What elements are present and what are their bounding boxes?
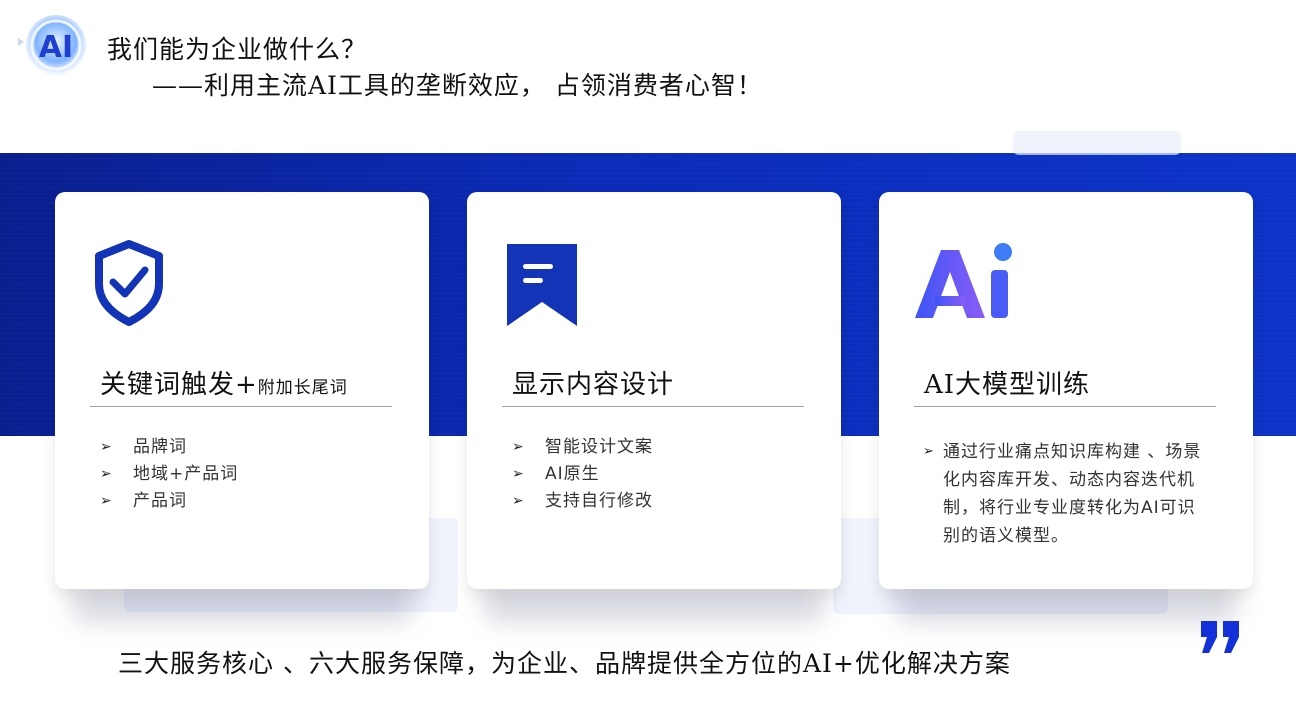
list-item: 智能设计文案 [512,434,653,461]
list-item: 产品词 [100,488,238,515]
shield-check-icon [95,240,163,330]
divider [90,406,392,407]
service-card-content-design: 显示内容设计 智能设计文案 AI原生 支持自行修改 [467,192,841,589]
divider [914,406,1216,407]
decorative-tag [1013,131,1181,155]
page-subtitle: ——利用主流AI工具的垄断效应， 占领消费者心智！ [152,71,763,100]
svg-text:AI: AI [39,30,73,65]
ai-logo-icon [911,242,1017,326]
ai-badge-icon: AI [18,15,86,75]
page-title: 我们能为企业做什么？ [107,35,368,64]
divider [502,406,804,407]
card-list: 品牌词 地域+产品词 产品词 [100,434,238,515]
list-item: 品牌词 [100,434,238,461]
footer-tagline: 三大服务核心 、六大服务保障，为企业、品牌提供全方位的AI+优化解决方案 [118,649,1011,678]
list-item: 支持自行修改 [512,488,653,515]
list-item: AI原生 [512,461,653,488]
quote-mark-icon [1199,619,1243,659]
service-card-ai-training: AI大模型训练 通过行业痛点知识库构建 、场景化内容库开发、动态内容迭代机制，将… [879,192,1253,589]
list-item: 地域+产品词 [100,461,238,488]
slide: AI 我们能为企业做什么？ ——利用主流AI工具的垄断效应， 占领消费者心智！ … [0,0,1296,711]
card-heading: 关键词触发+附加长尾词 [100,370,348,400]
bookmark-icon [507,244,577,330]
card-list: 智能设计文案 AI原生 支持自行修改 [512,434,653,515]
card-heading: AI大模型训练 [924,370,1091,400]
card-heading: 显示内容设计 [512,370,675,400]
card-list: 通过行业痛点知识库构建 、场景化内容库开发、动态内容迭代机制，将行业专业度转化为… [923,438,1209,550]
list-item: 通过行业痛点知识库构建 、场景化内容库开发、动态内容迭代机制，将行业专业度转化为… [923,438,1209,550]
service-card-keywords: 关键词触发+附加长尾词 品牌词 地域+产品词 产品词 [55,192,429,589]
ai-logo-badge: AI [18,12,88,78]
